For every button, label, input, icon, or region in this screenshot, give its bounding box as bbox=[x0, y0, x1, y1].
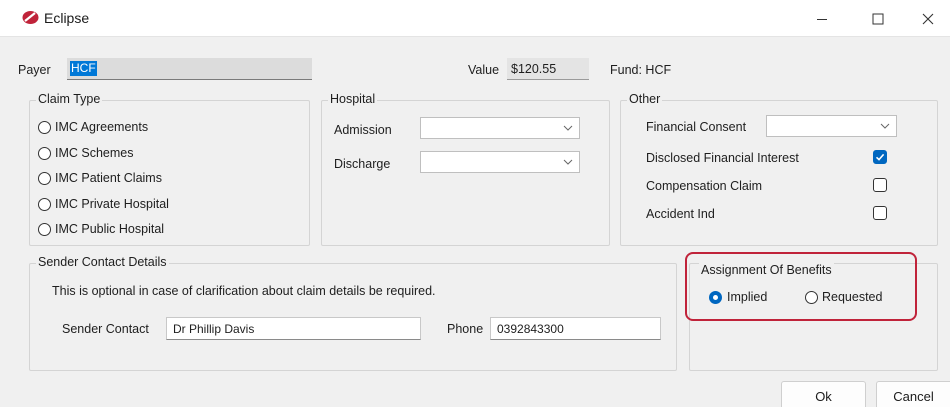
claim-type-label-private-hospital: IMC Private Hospital bbox=[55, 197, 169, 211]
admission-label: Admission bbox=[334, 123, 392, 137]
claim-type-legend: Claim Type bbox=[36, 92, 103, 106]
sender-contact-legend: Sender Contact Details bbox=[36, 255, 169, 269]
cancel-button[interactable]: Cancel bbox=[876, 381, 950, 407]
assignment-of-benefits-legend: Assignment Of Benefits bbox=[699, 263, 834, 277]
payer-value: HCF bbox=[70, 61, 97, 76]
sender-contact-value: Dr Phillip Davis bbox=[173, 322, 255, 336]
claim-type-label-agreements: IMC Agreements bbox=[55, 120, 149, 134]
accident-ind-checkbox[interactable] bbox=[873, 206, 887, 220]
chevron-down-icon bbox=[563, 125, 573, 131]
value-label: Value bbox=[468, 63, 500, 77]
claim-type-radio-schemes[interactable] bbox=[38, 147, 51, 160]
sender-contact-input[interactable]: Dr Phillip Davis bbox=[166, 317, 421, 340]
accident-ind-label: Accident Ind bbox=[646, 207, 715, 221]
payer-input[interactable]: HCF bbox=[67, 58, 312, 80]
claim-type-radio-agreements[interactable] bbox=[38, 121, 51, 134]
claim-type-label-schemes: IMC Schemes bbox=[55, 146, 134, 160]
sender-contact-label: Sender Contact bbox=[62, 322, 149, 336]
other-legend: Other bbox=[627, 92, 663, 106]
admission-dropdown[interactable] bbox=[420, 117, 580, 139]
disclosed-financial-interest-label: Disclosed Financial Interest bbox=[646, 151, 799, 165]
claim-type-radio-patient-claims[interactable] bbox=[38, 172, 51, 185]
implied-label: Implied bbox=[727, 290, 768, 304]
claim-type-label-patient-claims: IMC Patient Claims bbox=[55, 171, 162, 185]
hospital-legend: Hospital bbox=[328, 92, 378, 106]
eclipse-logo-icon bbox=[22, 11, 39, 24]
window-title: Eclipse bbox=[44, 10, 90, 26]
maximize-icon bbox=[872, 13, 884, 24]
sender-note: This is optional in case of clarificatio… bbox=[52, 284, 436, 298]
requested-label: Requested bbox=[822, 290, 883, 304]
financial-consent-label: Financial Consent bbox=[646, 120, 747, 134]
financial-consent-dropdown[interactable] bbox=[766, 115, 897, 137]
discharge-label: Discharge bbox=[334, 157, 391, 171]
implied-radio[interactable] bbox=[709, 291, 722, 304]
value-field: $120.55 bbox=[507, 58, 589, 80]
compensation-claim-checkbox[interactable] bbox=[873, 178, 887, 192]
chevron-down-icon bbox=[563, 159, 573, 165]
claim-type-radio-private-hospital[interactable] bbox=[38, 198, 51, 211]
requested-radio[interactable] bbox=[805, 291, 818, 304]
checkmark-icon bbox=[875, 153, 885, 161]
value-amount: $120.55 bbox=[511, 62, 557, 76]
title-bar: Eclipse bbox=[0, 0, 950, 37]
minimize-button[interactable] bbox=[798, 0, 846, 37]
close-button[interactable] bbox=[904, 0, 950, 37]
minimize-icon bbox=[817, 18, 827, 20]
payer-label: Payer bbox=[18, 63, 51, 77]
phone-input[interactable]: 0392843300 bbox=[490, 317, 661, 340]
phone-value: 0392843300 bbox=[497, 322, 564, 336]
chevron-down-icon bbox=[880, 123, 890, 129]
claim-type-radio-public-hospital[interactable] bbox=[38, 223, 51, 236]
close-icon bbox=[922, 13, 934, 24]
maximize-button[interactable] bbox=[854, 0, 902, 37]
phone-label: Phone bbox=[447, 322, 484, 336]
claim-type-label-public-hospital: IMC Public Hospital bbox=[55, 222, 165, 236]
disclosed-financial-interest-checkbox[interactable] bbox=[873, 150, 887, 164]
ok-button[interactable]: Ok bbox=[781, 381, 866, 407]
discharge-dropdown[interactable] bbox=[420, 151, 580, 173]
fund-text: Fund: HCF bbox=[610, 63, 672, 77]
compensation-claim-label: Compensation Claim bbox=[646, 179, 763, 193]
